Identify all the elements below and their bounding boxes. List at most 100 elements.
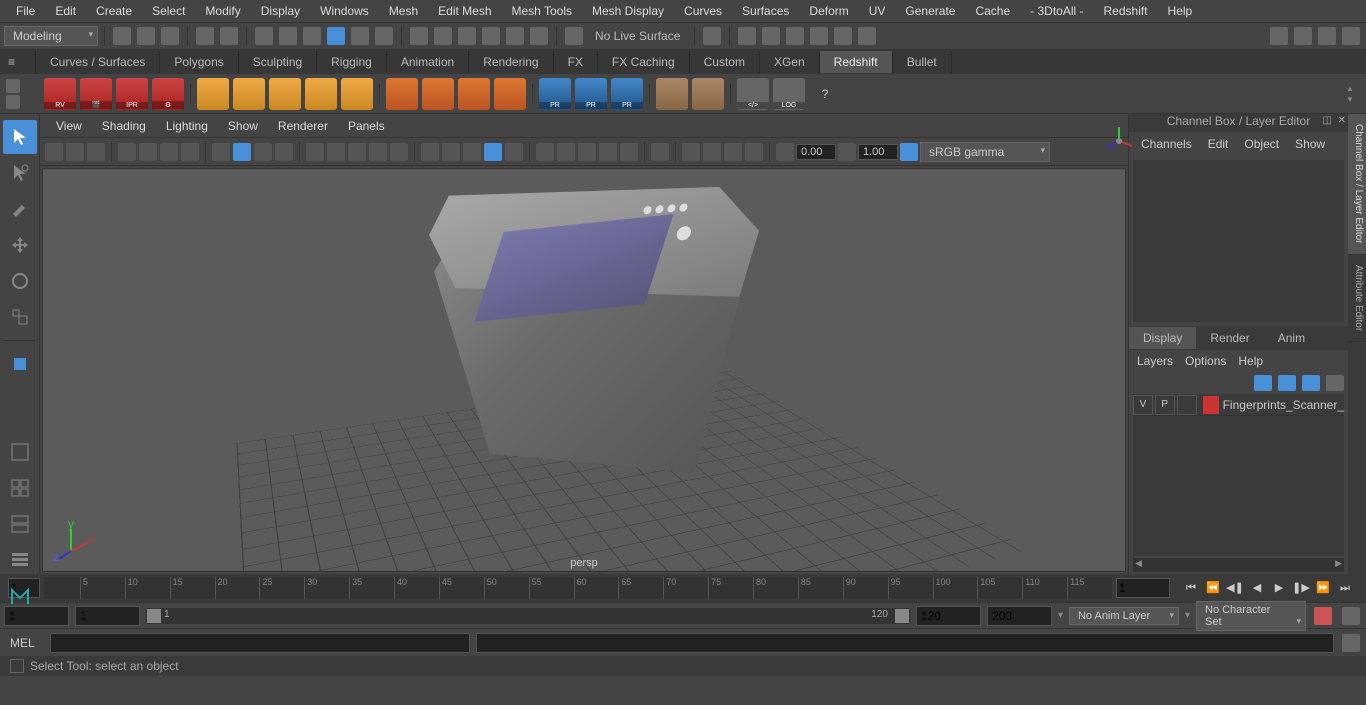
menu-uv[interactable]: UV: [859, 2, 896, 20]
range-end-field[interactable]: [987, 606, 1052, 626]
vp-grid-icon[interactable]: [118, 143, 136, 161]
snap-plane-icon[interactable]: [482, 27, 500, 45]
shelf-icon-25[interactable]: ?: [809, 78, 841, 110]
shelftab-polygons[interactable]: Polygons: [160, 51, 238, 73]
select-component-icon[interactable]: [303, 27, 321, 45]
paint-select-tool[interactable]: [3, 192, 37, 226]
make-live-icon[interactable]: [565, 27, 583, 45]
last-tool[interactable]: [3, 347, 37, 381]
shelf-scroll-up-icon[interactable]: ▲: [1346, 84, 1360, 93]
vtab-channel-box-layer-editor[interactable]: Channel Box / Layer Editor: [1348, 114, 1366, 255]
character-set-dropdown[interactable]: No Character Set: [1196, 601, 1306, 631]
vpanel-panels[interactable]: Panels: [338, 115, 395, 137]
vp-hud-icon[interactable]: [745, 143, 763, 161]
shelftab-xgen[interactable]: XGen: [760, 51, 820, 73]
vp-shade-wire-icon[interactable]: [212, 143, 230, 161]
shelf-icon-17[interactable]: PR: [575, 78, 607, 110]
shelf-icon-18[interactable]: PR: [611, 78, 643, 110]
channeltab-object[interactable]: Object: [1236, 133, 1287, 155]
vtab-attribute-editor[interactable]: Attribute Editor: [1348, 255, 1366, 342]
layer-color-swatch[interactable]: [1203, 396, 1219, 414]
shelf-icon-1[interactable]: 🎬: [80, 78, 112, 110]
layer-row[interactable]: VPFingerprints_Scanner_: [1133, 394, 1344, 416]
layer-name[interactable]: Fingerprints_Scanner_: [1223, 398, 1344, 412]
layout-single-icon[interactable]: [3, 435, 37, 469]
shelf-scroll-down-icon[interactable]: ▼: [1346, 95, 1360, 104]
play-back-icon[interactable]: ◀: [1248, 579, 1266, 597]
shelf-icon-24[interactable]: LOG: [773, 78, 805, 110]
shelf-icon-9[interactable]: [341, 78, 373, 110]
shelf-icon-21[interactable]: [692, 78, 724, 110]
layer-vis-toggle[interactable]: V: [1133, 395, 1153, 415]
command-input[interactable]: [50, 633, 470, 653]
light-editor-icon[interactable]: [858, 27, 876, 45]
outliner-icon[interactable]: [3, 543, 37, 577]
autokey-icon[interactable]: [1314, 607, 1332, 625]
vp-ao-icon[interactable]: [369, 143, 387, 161]
view-compass-icon[interactable]: [1102, 124, 1132, 154]
vp-cameras-icon[interactable]: [578, 143, 596, 161]
shelf-icon-8[interactable]: [305, 78, 337, 110]
shelf-icon-16[interactable]: PR: [539, 78, 571, 110]
vp-ik-icon[interactable]: [599, 143, 617, 161]
save-scene-icon[interactable]: [161, 27, 179, 45]
channeltab-show[interactable]: Show: [1287, 133, 1333, 155]
vpanel-lighting[interactable]: Lighting: [156, 115, 218, 137]
step-fwd-key-icon[interactable]: ⏩: [1314, 579, 1332, 597]
layermenu-help[interactable]: Help: [1238, 354, 1263, 368]
snap-surface-icon[interactable]: [506, 27, 524, 45]
layer-hscroll[interactable]: [1133, 558, 1344, 572]
shelf-icon-5[interactable]: [197, 78, 229, 110]
shelf-icon-20[interactable]: [656, 78, 688, 110]
shelftab-rendering[interactable]: Rendering: [469, 51, 553, 73]
vp-shade-tex-icon[interactable]: [275, 143, 293, 161]
vp-aa-icon[interactable]: [390, 143, 408, 161]
select-tool-icon[interactable]: [327, 27, 345, 45]
vp-exposure-field[interactable]: [796, 144, 836, 160]
shelf-icon-23[interactable]: </>: [737, 78, 769, 110]
layer-moveup-icon[interactable]: [1254, 375, 1272, 391]
shelftab-fx[interactable]: FX: [554, 51, 598, 73]
menu-generate[interactable]: Generate: [895, 2, 965, 20]
lasso-tool-icon[interactable]: [351, 27, 369, 45]
maya-logo-icon[interactable]: [3, 579, 37, 613]
vp-particles-icon[interactable]: [651, 143, 669, 161]
shelftab-rigging[interactable]: Rigging: [317, 51, 387, 73]
vpanel-show[interactable]: Show: [218, 115, 268, 137]
vpanel-view[interactable]: View: [46, 115, 92, 137]
vp-greasepencil-icon[interactable]: [703, 143, 721, 161]
shelftab-custom[interactable]: Custom: [690, 51, 760, 73]
hypershade-icon[interactable]: [810, 27, 828, 45]
open-scene-icon[interactable]: [137, 27, 155, 45]
vp-xraycomp-icon[interactable]: [484, 143, 502, 161]
shelf-icon-3[interactable]: ⚙: [152, 78, 184, 110]
channeltab-channels[interactable]: Channels: [1133, 133, 1200, 155]
range-playstart-field[interactable]: [75, 606, 140, 626]
menu-display[interactable]: Display: [251, 2, 310, 20]
menu-file[interactable]: File: [6, 2, 45, 20]
menu-edit[interactable]: Edit: [45, 2, 86, 20]
menu-deform[interactable]: Deform: [799, 2, 858, 20]
panel-layout2-icon[interactable]: [1294, 27, 1312, 45]
workspace-icon[interactable]: [1342, 27, 1360, 45]
shelf-icon-13[interactable]: [458, 78, 490, 110]
cmd-lang-label[interactable]: MEL: [4, 636, 44, 650]
construction-history-icon[interactable]: [703, 27, 721, 45]
viewport[interactable]: y x z persp: [42, 168, 1126, 572]
render-setup-icon[interactable]: [834, 27, 852, 45]
layer-movedown-icon[interactable]: [1278, 375, 1296, 391]
render-frame-icon[interactable]: [738, 27, 756, 45]
menu-modify[interactable]: Modify: [195, 2, 250, 20]
panel-layout-icon[interactable]: [1270, 27, 1288, 45]
layermenu-options[interactable]: Options: [1185, 354, 1226, 368]
goto-start-icon[interactable]: ⏮: [1182, 579, 1200, 597]
menu-mesh[interactable]: Mesh: [379, 2, 428, 20]
vp-colorspace-dropdown[interactable]: sRGB gamma: [920, 142, 1050, 162]
menu-edit-mesh[interactable]: Edit Mesh: [428, 2, 501, 20]
shelf-icon-0[interactable]: RV: [44, 78, 76, 110]
snap-point-icon[interactable]: [458, 27, 476, 45]
snap-view-icon[interactable]: [530, 27, 548, 45]
vp-motion-icon[interactable]: [682, 143, 700, 161]
vp-shade-flat-icon[interactable]: [254, 143, 272, 161]
vp-isolate-icon[interactable]: [421, 143, 439, 161]
